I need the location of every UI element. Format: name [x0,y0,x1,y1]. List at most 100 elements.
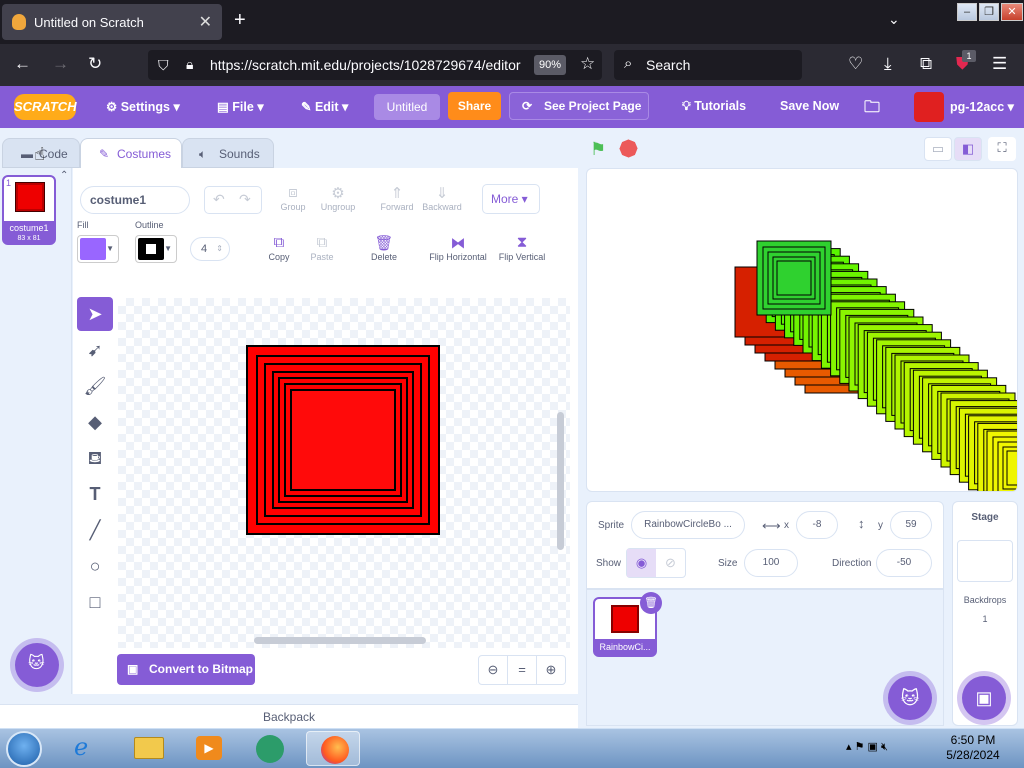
share-button[interactable]: Share [448,92,501,120]
bookmark-star-icon[interactable]: ☆ [580,54,595,74]
taskbar-media[interactable]: ▶ [182,731,236,766]
text-tool[interactable]: T [77,477,113,511]
small-stage-icon[interactable]: ▭ [924,137,952,161]
ungroup-button[interactable]: ⚙ Ungroup [318,184,358,212]
outline-color-picker[interactable]: ▼ [135,235,177,263]
avatar[interactable] [914,92,944,122]
convert-to-bitmap-button[interactable]: ▣ Convert to Bitmap [117,654,255,685]
search-box[interactable] [614,50,802,80]
circle-tool[interactable]: ○ [77,549,113,583]
reload-icon[interactable]: ↻ [88,54,102,74]
url-text[interactable]: https://scratch.mit.edu/projects/1028729… [210,57,521,73]
flip-vertical-button[interactable]: ⧗ Flip Vertical [494,234,550,262]
select-tool[interactable]: ➤ [77,297,113,331]
restore-icon[interactable]: ❐ [979,3,999,21]
new-tab-icon[interactable]: + [234,9,246,32]
my-stuff-folder-icon[interactable]: 🗀 [864,96,880,123]
forward-button[interactable]: ⇑ Forward [378,184,416,212]
zoom-out-icon[interactable]: ⊖ [479,656,508,684]
extensions-icon[interactable]: ⧉ [920,54,932,74]
sprite-name-input[interactable]: RainbowCircleBo ... [631,511,745,539]
tray-icons[interactable]: ▴ ⚑ ▣ 🔇︎ [846,740,888,754]
more-button[interactable]: More ▾ [482,184,540,214]
menu-icon[interactable]: ☰ [992,54,1007,74]
line-tool[interactable]: ╱ [77,513,113,547]
edit-menu[interactable]: ✎ Edit ▾ [301,99,348,114]
backpack-bar[interactable]: Backpack [0,704,578,728]
undo-icon[interactable]: ↶ [213,191,225,208]
copy-button[interactable]: ⧉ Copy [262,234,296,262]
tab-sounds[interactable]: 🔈︎ Sounds [182,138,274,168]
taskbar-app[interactable] [242,731,296,766]
download-icon[interactable]: ⤓ [884,54,892,74]
scroll-up-icon[interactable]: ⌃ [60,170,68,181]
close-window-icon[interactable]: ✕ [1001,3,1023,21]
fill-tool[interactable]: ⛾ [77,441,113,475]
zoom-reset-button[interactable]: = [508,656,537,684]
start-button[interactable] [6,731,42,767]
close-tab-icon[interactable]: ✕ [199,12,212,32]
flip-h-label: Flip Horizontal [429,252,487,262]
large-stage-icon[interactable]: ◧ [954,137,982,161]
stop-icon[interactable] [617,137,639,159]
x-input[interactable]: -8 [796,511,838,539]
taskbar-ie[interactable]: ℯ [62,731,116,766]
brush-tool[interactable]: 🖌︎ [77,369,113,403]
taskbar-firefox[interactable] [306,731,360,766]
stage-canvas[interactable] [586,168,1018,492]
paint-canvas[interactable] [118,298,570,648]
forward-icon[interactable]: → [52,54,69,74]
delete-button[interactable]: 🗑︎ Delete [364,234,404,262]
tab-costumes[interactable]: ✎ Costumes [80,138,182,168]
minimize-icon[interactable]: – [957,3,977,21]
group-button[interactable]: ⧈ Group [276,184,310,212]
costume-item[interactable]: 1 costume1 83 x 81 [2,175,56,245]
choose-sprite-button[interactable]: 🐱︎ [888,676,932,720]
convert-label: Convert to Bitmap [149,662,254,676]
save-now-button[interactable]: Save Now [780,99,839,113]
taskbar-explorer[interactable] [122,731,176,766]
hidden-eye-icon[interactable]: ⊘ [656,549,685,577]
backward-button[interactable]: ⇓ Backward [420,184,464,212]
shield-icon[interactable]: ⛉ [158,57,169,74]
clock[interactable]: 6:50 PM 5/28/2024 [938,733,1008,763]
settings-menu[interactable]: ⚙ Settings ▾ [106,99,180,114]
delete-sprite-icon[interactable]: 🗑︎ [640,592,662,614]
back-icon[interactable]: ← [14,54,31,74]
choose-backdrop-button[interactable]: ▣ [962,676,1006,720]
list-tabs-chevron-icon[interactable]: ⌄ [888,11,900,28]
size-input[interactable]: 100 [744,549,798,577]
zoom-badge[interactable]: 90% [534,55,566,75]
horizontal-scrollbar[interactable] [254,637,426,644]
direction-input[interactable]: -50 [876,549,932,577]
scratch-logo[interactable]: SCRATCH [14,94,77,120]
lock-icon[interactable]: 🔒︎ [186,56,193,73]
stage-thumbnail[interactable] [957,540,1013,582]
account-menu[interactable]: pg-12acc ▾ [950,99,1014,114]
browser-tab[interactable]: Untitled on Scratch ✕ [2,4,222,40]
visible-eye-icon[interactable]: ◉ [627,549,656,577]
reshape-tool[interactable]: ➹ [77,333,113,367]
flip-horizontal-button[interactable]: ⧓ Flip Horizontal [426,234,490,262]
stepper-icon[interactable]: ⇕ [216,238,223,260]
pocket-icon[interactable]: ♡ [848,54,863,74]
green-flag-icon[interactable]: ⚑ [590,139,610,159]
eraser-tool[interactable]: ◆ [77,405,113,439]
redo-icon[interactable]: ↷ [239,191,251,208]
choose-costume-button[interactable]: 🐱︎ [15,643,59,687]
costume-name-input[interactable]: costume1 [80,186,190,214]
zoom-in-icon[interactable]: ⊕ [537,656,565,684]
file-menu[interactable]: ▤ File ▾ [217,99,264,114]
fill-color-picker[interactable]: ▼ [77,235,119,263]
project-title-input[interactable]: Untitled [374,94,440,120]
rectangle-tool[interactable]: □ [77,585,113,619]
tutorials-button[interactable]: 💡︎ Tutorials [682,99,746,114]
fullscreen-icon[interactable]: ⛶ [988,137,1016,161]
y-input[interactable]: 59 [890,511,932,539]
paste-button[interactable]: ⧉ Paste [304,234,340,262]
see-project-page-button[interactable]: ⟳ See Project Page [509,92,649,120]
hand-cursor-icon: ☝︎ [34,144,45,164]
vertical-scrollbar[interactable] [557,412,564,550]
outline-width-input[interactable]: 4 ⇕ [190,237,230,261]
more-label: More [491,192,519,206]
